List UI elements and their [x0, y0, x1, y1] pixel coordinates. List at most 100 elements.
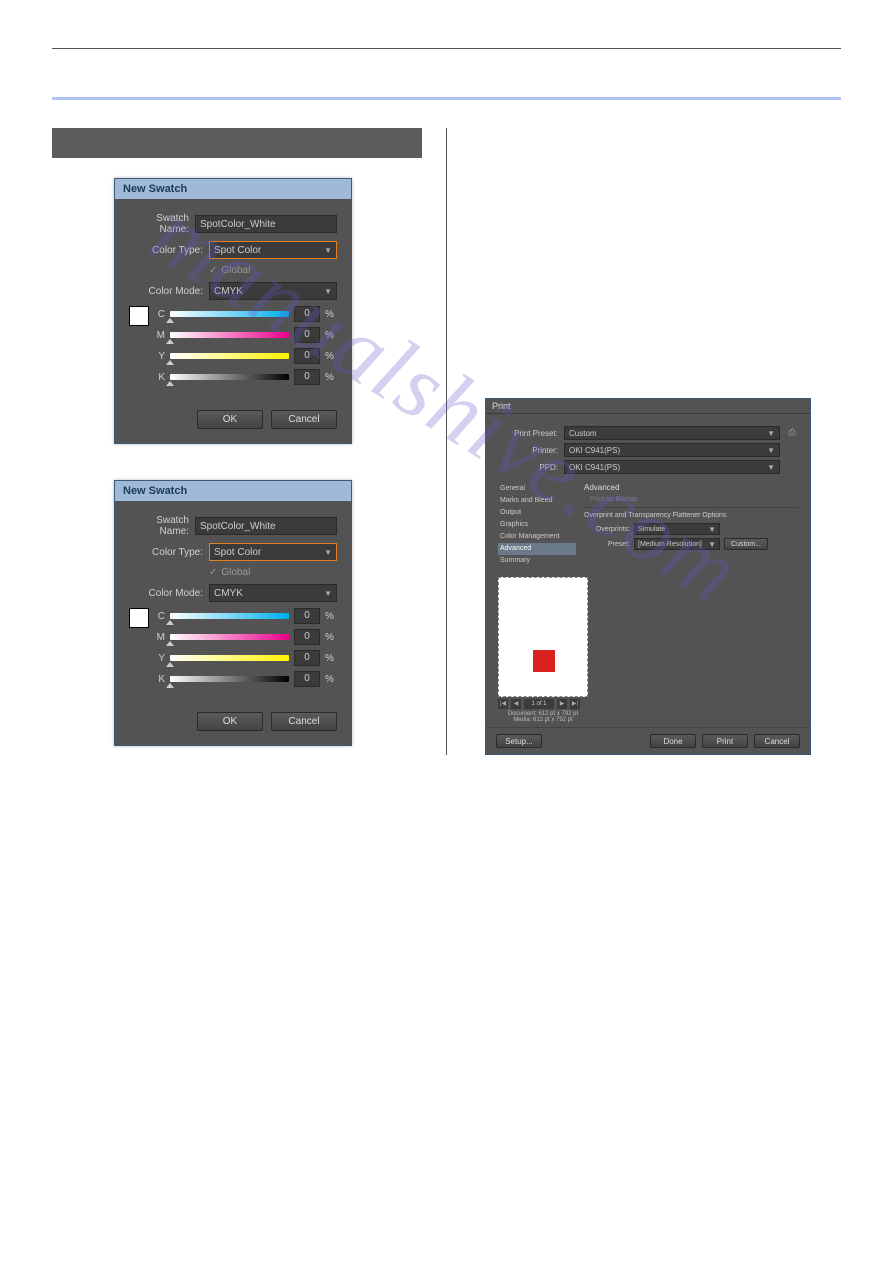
c-value[interactable]: 0 — [294, 608, 320, 624]
color-mode-dropdown[interactable]: CMYK ▼ — [209, 282, 337, 300]
swatch-name-label: Swatch Name: — [129, 515, 189, 537]
cancel-button[interactable]: Cancel — [271, 410, 337, 429]
artwork-placeholder — [533, 650, 555, 672]
c-slider[interactable] — [170, 311, 289, 317]
c-value[interactable]: 0 — [294, 306, 320, 322]
list-item-selected[interactable]: Advanced — [498, 543, 576, 555]
list-item[interactable]: General — [498, 483, 576, 495]
print-preview — [498, 577, 588, 697]
global-label: Global — [221, 265, 250, 276]
last-page-icon[interactable]: ▶| — [570, 699, 580, 709]
m-slider[interactable] — [170, 332, 289, 338]
check-icon: ✓ — [209, 265, 217, 276]
swatch-name-input[interactable] — [195, 517, 337, 535]
preset-label: Preset: — [588, 541, 630, 548]
m-value[interactable]: 0 — [294, 327, 320, 343]
ok-button[interactable]: OK — [197, 410, 263, 429]
color-type-label: Color Type: — [129, 245, 203, 256]
color-type-dropdown[interactable]: Spot Color ▼ — [209, 241, 337, 259]
m-label: M — [155, 330, 165, 341]
print-category-list[interactable]: General Marks and Bleed Output Graphics … — [498, 483, 576, 567]
chevron-down-icon: ▼ — [324, 548, 332, 557]
column-separator — [446, 128, 447, 755]
c-pct: % — [325, 611, 337, 622]
media-size: Media: 612 pt x 792 pt — [498, 717, 588, 723]
new-swatch-dialog-1: New Swatch Swatch Name: Color Type: Spot… — [114, 178, 352, 444]
y-pct: % — [325, 653, 337, 664]
done-button[interactable]: Done — [650, 734, 696, 748]
k-slider[interactable] — [170, 374, 289, 380]
dialog-title: New Swatch — [115, 179, 351, 199]
color-type-label: Color Type: — [129, 547, 203, 558]
y-pct: % — [325, 351, 337, 362]
swatch-name-input[interactable] — [195, 215, 337, 233]
chevron-down-icon: ▼ — [767, 463, 775, 472]
ppd-dropdown[interactable]: OKI C941(PS)▼ — [564, 460, 780, 474]
m-slider[interactable] — [170, 634, 289, 640]
new-swatch-dialog-2: New Swatch Swatch Name: Color Type: Spot… — [114, 480, 352, 746]
list-item[interactable]: Summary — [498, 555, 576, 567]
subtitle-rule — [52, 97, 841, 100]
color-type-dropdown[interactable]: Spot Color ▼ — [209, 543, 337, 561]
flattener-options-label: Overprint and Transparency Flattener Opt… — [584, 512, 798, 519]
overprints-label: Overprints: — [588, 526, 630, 533]
print-preset-label: Print Preset: — [498, 429, 558, 438]
ppd-label: PPD: — [498, 463, 558, 472]
y-label: Y — [155, 351, 165, 362]
y-slider[interactable] — [170, 655, 289, 661]
custom-button[interactable]: Custom... — [724, 538, 768, 550]
next-page-icon[interactable]: ▶ — [557, 699, 567, 709]
swatch-name-label: Swatch Name: — [129, 213, 189, 235]
y-label: Y — [155, 653, 165, 664]
chevron-down-icon: ▼ — [767, 446, 775, 455]
k-label: K — [155, 372, 165, 383]
print-button[interactable]: Print — [702, 734, 748, 748]
section-heading-bar — [52, 128, 422, 158]
y-value[interactable]: 0 — [294, 650, 320, 666]
color-type-value: Spot Color — [214, 245, 261, 256]
chevron-down-icon: ▼ — [708, 525, 716, 534]
chevron-down-icon: ▼ — [767, 429, 775, 438]
y-value[interactable]: 0 — [294, 348, 320, 364]
m-label: M — [155, 632, 165, 643]
list-item[interactable]: Output — [498, 507, 576, 519]
save-preset-icon[interactable]: ⎙ — [786, 427, 798, 439]
k-value[interactable]: 0 — [294, 671, 320, 687]
m-value[interactable]: 0 — [294, 629, 320, 645]
chevron-down-icon: ▼ — [708, 540, 716, 549]
c-label: C — [155, 611, 165, 622]
color-mode-value: CMYK — [214, 588, 243, 599]
color-mode-value: CMYK — [214, 286, 243, 297]
first-page-icon[interactable]: |◀ — [498, 699, 508, 709]
dialog-title: New Swatch — [115, 481, 351, 501]
color-mode-dropdown[interactable]: CMYK ▼ — [209, 584, 337, 602]
c-slider[interactable] — [170, 613, 289, 619]
color-mode-label: Color Mode: — [129, 286, 203, 297]
check-icon: ✓ — [209, 567, 217, 578]
k-value[interactable]: 0 — [294, 369, 320, 385]
list-item[interactable]: Marks and Bleed — [498, 495, 576, 507]
y-slider[interactable] — [170, 353, 289, 359]
prev-page-icon[interactable]: ◀ — [511, 699, 521, 709]
list-item[interactable]: Color Management — [498, 531, 576, 543]
page-indicator[interactable]: 1 of 1 — [524, 699, 554, 709]
k-slider[interactable] — [170, 676, 289, 682]
overprints-dropdown[interactable]: Simulate▼ — [634, 523, 720, 535]
setup-button[interactable]: Setup... — [496, 734, 542, 748]
ok-button[interactable]: OK — [197, 712, 263, 731]
preset-dropdown[interactable]: [Medium Resolution]▼ — [634, 538, 720, 550]
list-item[interactable]: Graphics — [498, 519, 576, 531]
m-pct: % — [325, 330, 337, 341]
color-preview-swatch — [129, 608, 149, 628]
printer-dropdown[interactable]: OKI C941(PS)▼ — [564, 443, 780, 457]
print-preset-dropdown[interactable]: Custom▼ — [564, 426, 780, 440]
cancel-button[interactable]: Cancel — [754, 734, 800, 748]
cancel-button[interactable]: Cancel — [271, 712, 337, 731]
printer-label: Printer: — [498, 446, 558, 455]
print-dialog-title: Print — [486, 399, 810, 414]
c-pct: % — [325, 309, 337, 320]
color-type-value: Spot Color — [214, 547, 261, 558]
color-preview-swatch — [129, 306, 149, 326]
color-mode-label: Color Mode: — [129, 588, 203, 599]
chevron-down-icon: ▼ — [324, 589, 332, 598]
